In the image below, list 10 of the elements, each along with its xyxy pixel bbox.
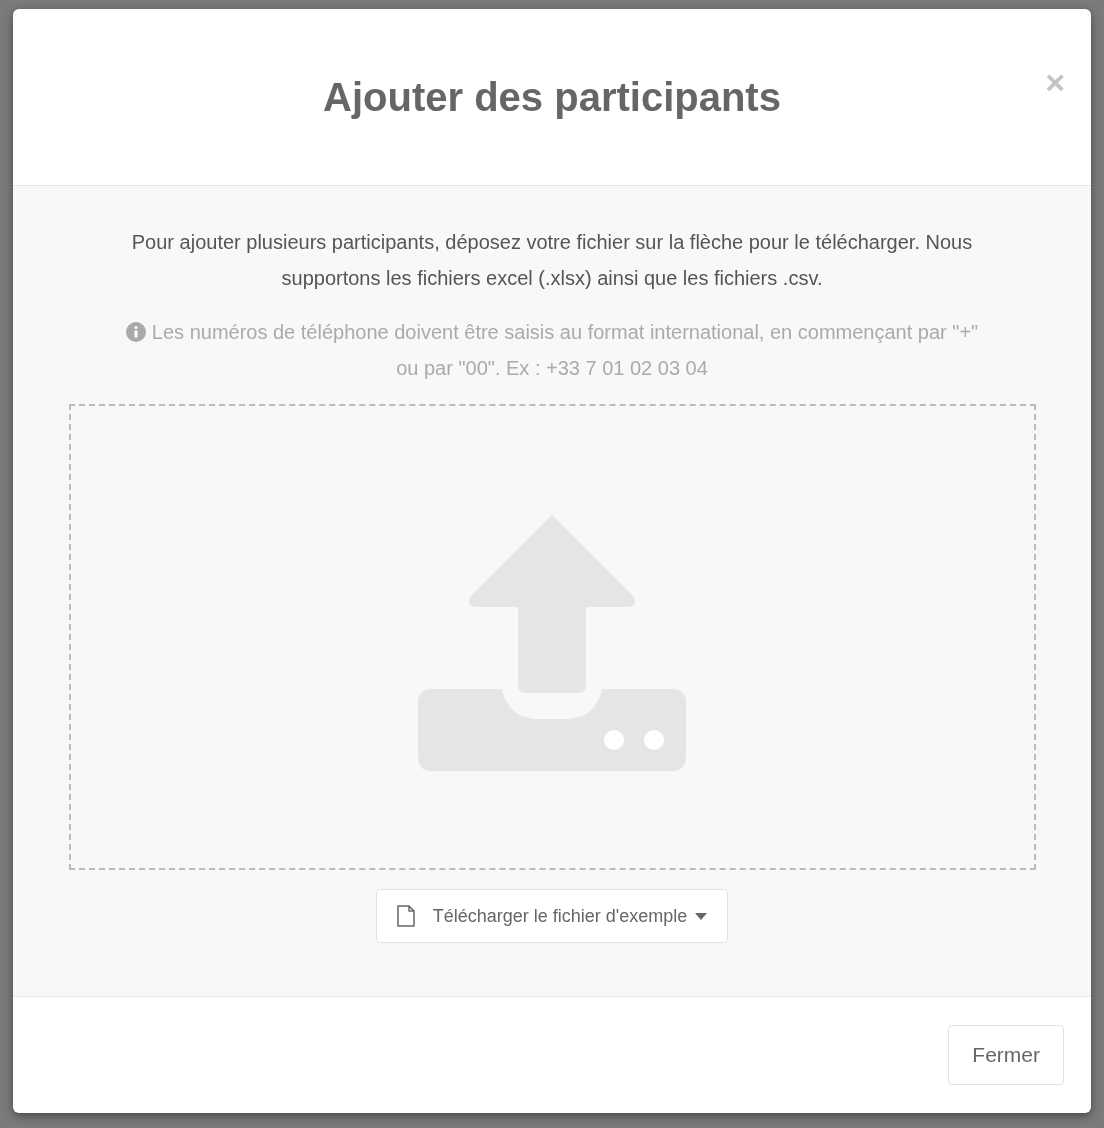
file-icon — [396, 905, 415, 927]
close-dialog-button[interactable]: Fermer — [948, 1025, 1064, 1085]
download-sample-button[interactable]: Télécharger le fichier d'exemple — [375, 889, 729, 943]
upload-icon — [418, 515, 686, 773]
info-icon — [125, 322, 146, 342]
file-drop-zone[interactable] — [68, 404, 1036, 870]
phone-format-note: Les numéros de téléphone doivent être saisis au format international, en commençant par "+" ou par "00". Ex : +33 7 01 02 03 04 — [151, 321, 979, 379]
dialog-title: Ajouter des participants — [323, 74, 781, 120]
instructions-text: Pour ajouter plusieurs participants, déposez votre fichier sur la flèche pour le télécharger. Nous supportons les fichiers excel (.xlsx) ainsi que les fichiers .csv. — [130, 230, 974, 291]
caret-icon — [695, 912, 708, 920]
